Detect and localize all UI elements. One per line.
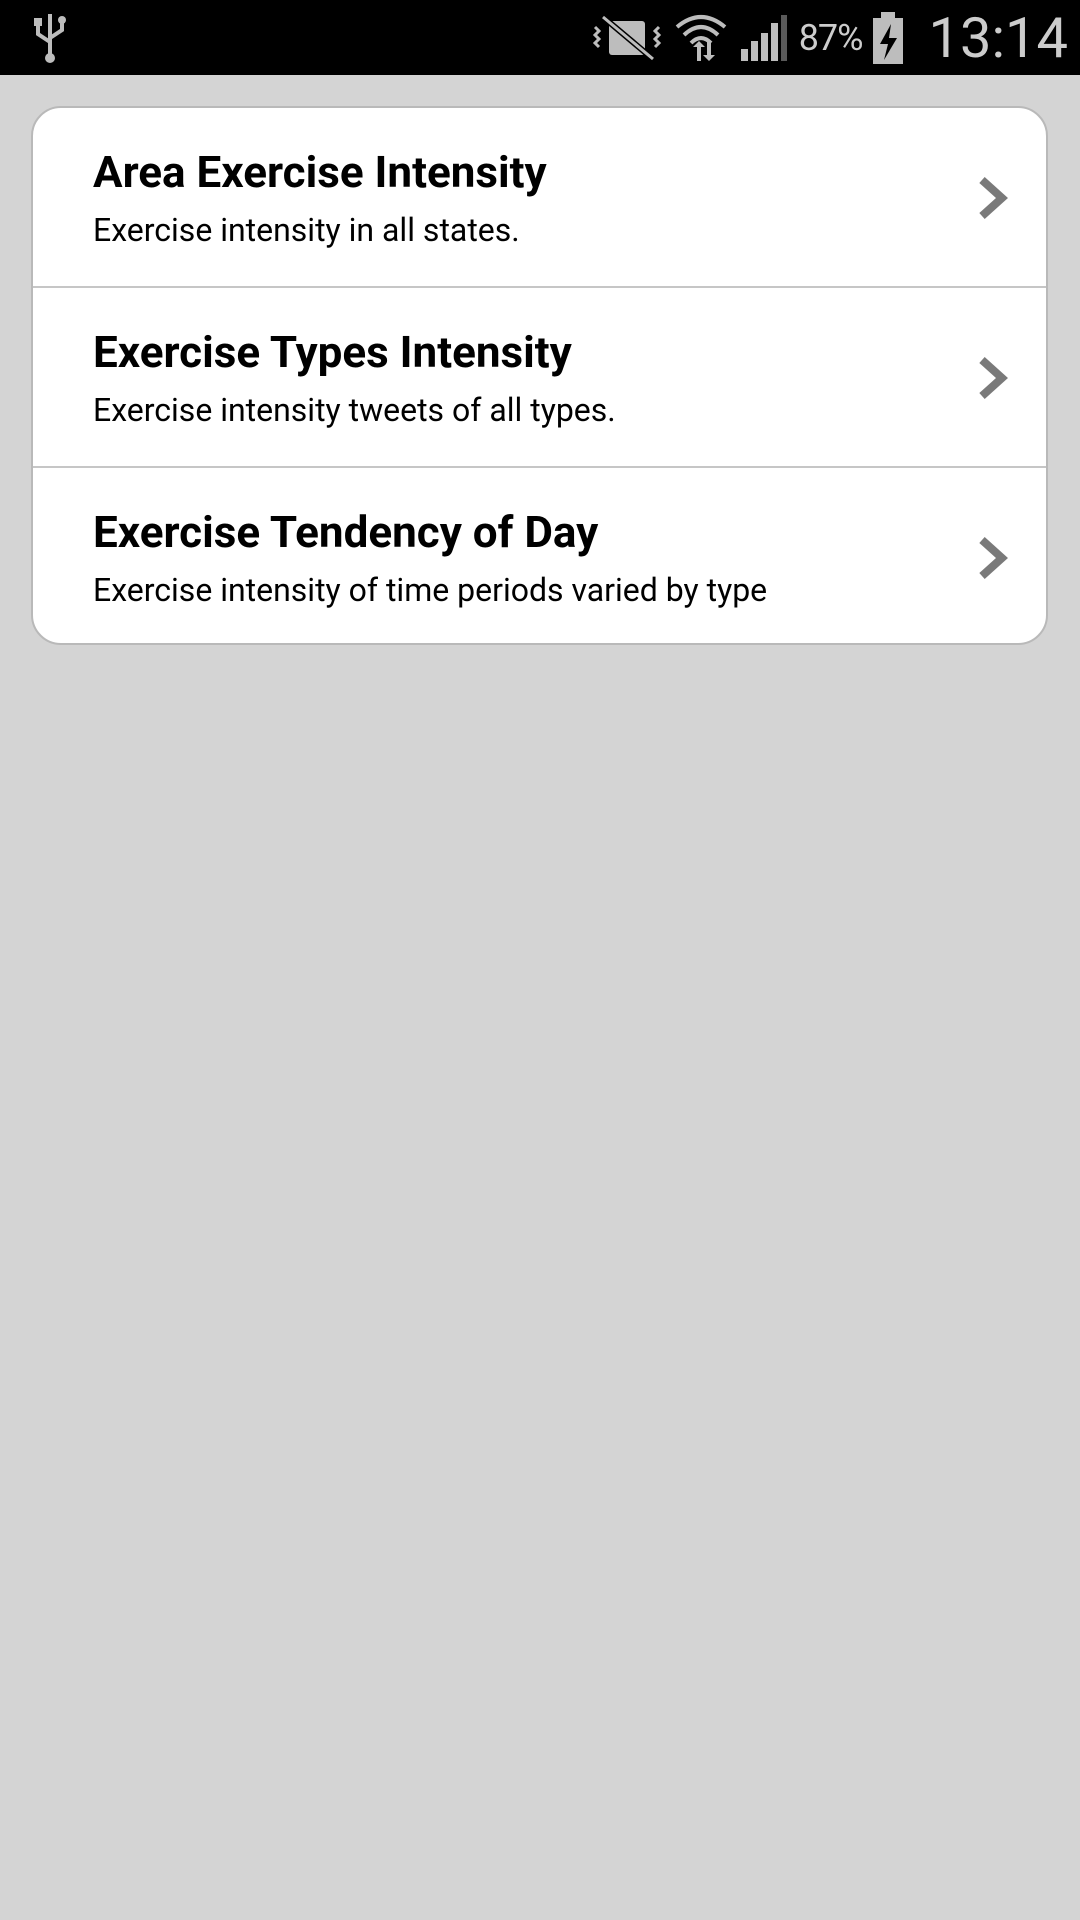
clock: 13:14 (928, 4, 1068, 71)
menu-item-subtitle: Exercise intensity in all states. (93, 211, 520, 249)
menu-item-subtitle: Exercise intensity tweets of all types. (93, 391, 616, 429)
status-bar: 87% 13:14 (0, 0, 1080, 75)
battery-percent: 87% (798, 16, 864, 59)
menu-item-exercise-tendency-of-day[interactable]: Exercise Tendency of Day Exercise intens… (33, 468, 1046, 643)
menu-item-exercise-types-intensity[interactable]: Exercise Types Intensity Exercise intens… (33, 288, 1046, 468)
menu-item-title: Exercise Tendency of Day (93, 506, 599, 558)
menu-item-title: Area Exercise Intensity (93, 146, 547, 198)
signal-icon (739, 13, 789, 63)
wifi-icon (673, 11, 729, 65)
chevron-right-icon (979, 537, 1008, 579)
menu-item-subtitle: Exercise intensity of time periods varie… (93, 571, 768, 609)
menu-item-title: Exercise Types Intensity (93, 326, 572, 378)
battery-charging-icon (871, 10, 905, 66)
menu-card: Area Exercise Intensity Exercise intensi… (31, 106, 1048, 645)
vibrate-mute-icon (591, 13, 663, 63)
chevron-right-icon (979, 357, 1008, 399)
menu-item-area-exercise-intensity[interactable]: Area Exercise Intensity Exercise intensi… (33, 108, 1046, 288)
usb-icon (34, 14, 66, 63)
chevron-right-icon (979, 177, 1008, 219)
